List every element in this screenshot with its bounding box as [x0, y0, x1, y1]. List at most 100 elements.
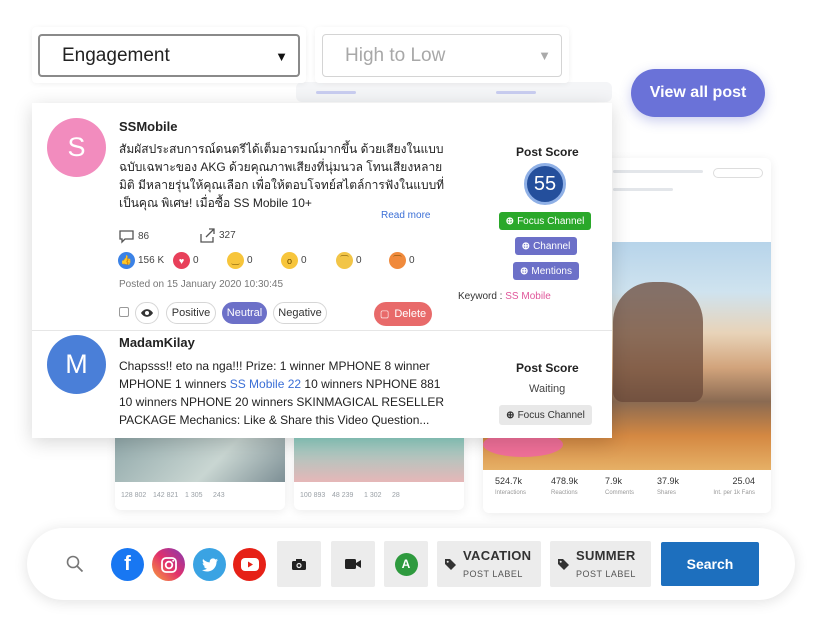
stage: 128 802 142 821 1 305 243 100 893 48 239…	[0, 0, 830, 623]
instagram-icon[interactable]	[152, 548, 185, 581]
sentiment-negative-chip[interactable]: Negative	[273, 302, 327, 324]
bg-num: 1 302	[364, 492, 382, 499]
plus-circle-icon: ⊕	[506, 409, 515, 421]
search-icon[interactable]	[66, 555, 84, 573]
post-label-summer[interactable]: SUMMER POST LABEL	[550, 541, 651, 587]
camera-icon	[292, 558, 306, 570]
love-count: 0	[193, 255, 199, 266]
bg-num: 100 893	[300, 492, 326, 499]
post-author[interactable]: MadamKilay	[119, 335, 195, 350]
sort-by-dropdown[interactable]: Engagement ▼	[38, 34, 300, 77]
bg-stats-row: 524.7k Interactions 478.9k Reactions 7.9…	[483, 476, 771, 496]
sort-by-value: Engagement	[62, 44, 170, 66]
bg-stat-label: Interactions	[495, 490, 527, 496]
delete-button[interactable]: ▢ Delete	[374, 302, 432, 326]
video-camera-icon	[345, 559, 361, 569]
haha-icon: ‿	[227, 252, 244, 269]
reaction-love: ♥ 0	[173, 252, 199, 269]
bg-toggle	[713, 168, 763, 178]
bg-stat: 478.9k Reactions	[541, 476, 599, 496]
posted-on: Posted on 15 January 2020 10:30:45	[119, 279, 284, 290]
bg-stat-label: Int. per 1k Fans	[713, 490, 755, 496]
avatar: M	[47, 335, 106, 394]
facebook-glyph: f	[124, 553, 131, 575]
bg-strip-top	[296, 82, 612, 102]
reaction-haha: ‿ 0	[227, 252, 253, 269]
reaction-sad: ⁀ 0	[336, 252, 362, 269]
select-checkbox[interactable]	[119, 307, 129, 317]
focus-channel-button[interactable]: ⊕ Focus Channel	[499, 212, 591, 230]
reaction-like: 👍 156 K	[118, 252, 164, 269]
search-button[interactable]: Search	[661, 542, 759, 586]
bg-num: 142 821	[153, 492, 179, 499]
focus-channel-label: Focus Channel	[517, 409, 585, 421]
bg-stat-value: 478.9k	[551, 476, 579, 486]
plus-circle-icon: ⊕	[520, 265, 529, 277]
keyword-value[interactable]: SS Mobile	[505, 291, 551, 302]
photo-filter-button[interactable]	[277, 541, 321, 587]
label-subtitle: POST LABEL	[576, 569, 636, 579]
order-dropdown-wrapper: High to Low ▼	[315, 27, 569, 83]
share-icon	[200, 228, 215, 243]
bg-num: 1 305	[185, 492, 203, 499]
post-score-status: Waiting	[529, 383, 566, 395]
wow-icon: o	[281, 252, 298, 269]
bg-stat-label: Shares	[657, 490, 677, 496]
trash-icon: ▢	[379, 308, 390, 320]
bg-card-small-middle: 100 893 48 239 1 302 28	[294, 430, 464, 510]
shares-count: 327	[219, 230, 236, 241]
posts-panel: S SSMobile สัมผัสประสบการณ์ดนตรีได้เต็มอ…	[32, 103, 612, 438]
comment-icon	[119, 230, 134, 244]
view-all-post-button[interactable]: View all post	[631, 69, 765, 117]
instagram-glyph	[160, 556, 177, 573]
sentiment-positive-chip[interactable]: Positive	[166, 302, 216, 324]
sad-count: 0	[356, 255, 362, 266]
angry-icon: ⁀	[389, 252, 406, 269]
post-score-label: Post Score	[516, 145, 579, 159]
sad-icon: ⁀	[336, 252, 353, 269]
eye-icon	[141, 309, 153, 317]
keyword: Keyword : SS Mobile	[458, 291, 551, 302]
post-score-label: Post Score	[516, 361, 579, 375]
plus-circle-icon: ⊕	[505, 215, 515, 227]
label-title: VACATION	[463, 548, 532, 563]
focus-channel-button[interactable]: ⊕ Focus Channel	[499, 405, 592, 425]
mentions-button[interactable]: ⊕ Mentions	[513, 262, 579, 280]
plus-circle-icon: ⊕	[521, 240, 531, 252]
twitter-icon[interactable]	[193, 548, 226, 581]
sort-by-dropdown-wrapper: Engagement ▼	[32, 27, 306, 83]
bg-num: 28	[392, 492, 400, 499]
post-mention[interactable]: SS Mobile 22	[230, 377, 301, 391]
avatar: S	[47, 118, 106, 177]
sentiment-neutral-chip[interactable]: Neutral	[222, 302, 267, 324]
bg-stat-label: Reactions	[551, 490, 578, 496]
account-avatar: A	[394, 552, 418, 576]
mentions-label: Mentions	[531, 265, 572, 277]
facebook-icon[interactable]: f	[111, 548, 144, 581]
reaction-wow: o 0	[281, 252, 307, 269]
comments-stat: 86	[118, 229, 149, 244]
bg-stat: 37.9k Shares	[655, 476, 709, 496]
channel-button[interactable]: ⊕ Channel	[515, 237, 577, 255]
post-author[interactable]: SSMobile	[119, 119, 178, 134]
like-icon: 👍	[118, 252, 135, 269]
order-dropdown[interactable]: High to Low ▼	[322, 34, 562, 77]
reaction-angry: ⁀ 0	[389, 252, 415, 269]
keyword-label: Keyword :	[458, 291, 503, 302]
post-label-vacation[interactable]: VACATION POST LABEL	[437, 541, 541, 587]
search-bar: f A VACATION POST LABEL SUMMER POST LABE…	[27, 528, 795, 600]
video-filter-button[interactable]	[331, 541, 375, 587]
visibility-toggle[interactable]	[135, 302, 159, 324]
bg-num: 128 802	[121, 492, 147, 499]
bg-stat: 25.04 Int. per 1k Fans	[709, 476, 769, 496]
account-filter-button[interactable]: A	[384, 541, 428, 587]
angry-count: 0	[409, 255, 415, 266]
order-placeholder: High to Low	[345, 44, 446, 66]
channel-label: Channel	[533, 240, 571, 252]
youtube-glyph	[240, 558, 259, 571]
label-title: SUMMER	[576, 548, 636, 563]
bg-stat: 7.9k Comments	[599, 476, 655, 496]
bg-stat-value: 37.9k	[657, 476, 680, 486]
youtube-icon[interactable]	[233, 548, 266, 581]
read-more-link[interactable]: Read more	[381, 210, 430, 221]
